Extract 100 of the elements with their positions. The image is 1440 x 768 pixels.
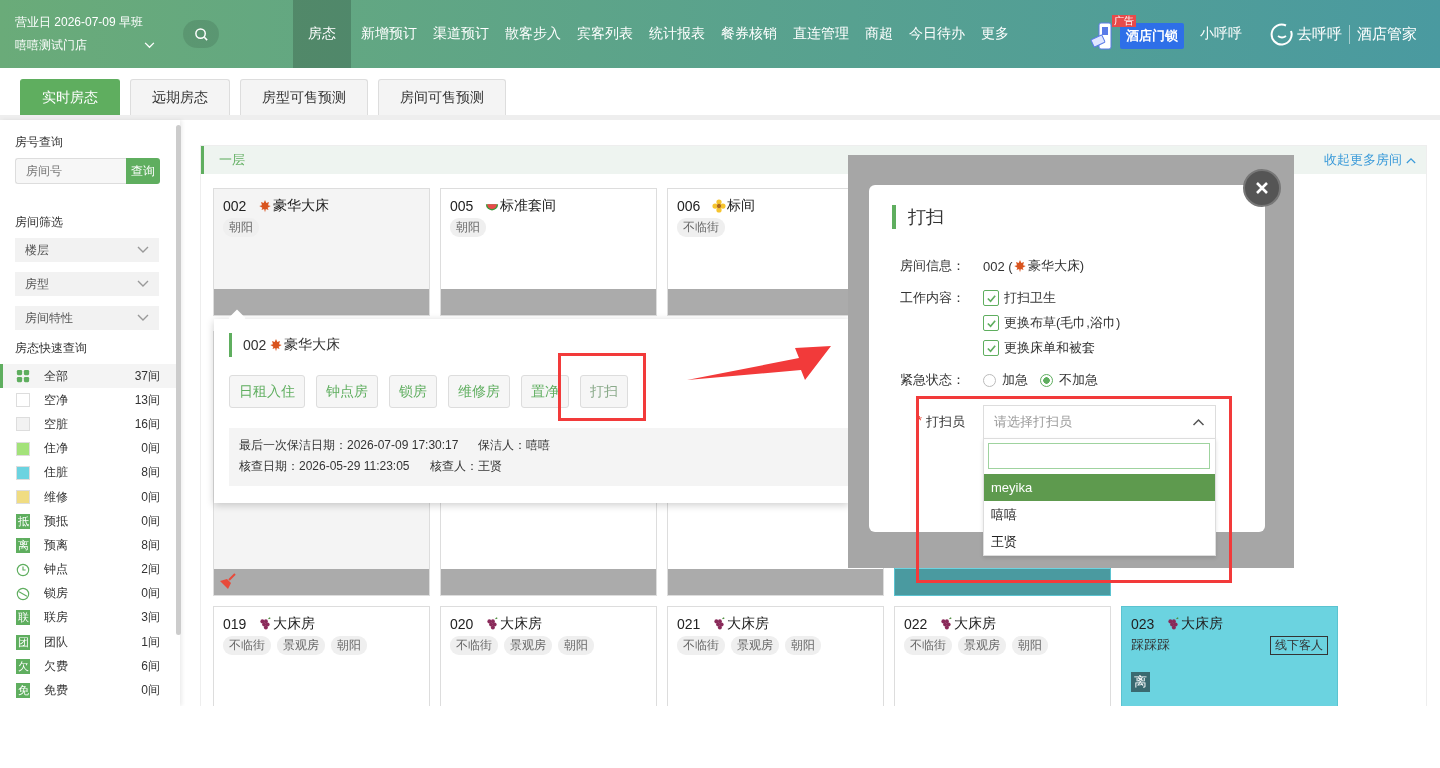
room-tag: 朝阳 bbox=[331, 636, 367, 655]
status-filter-item[interactable]: 钟点 2间 bbox=[0, 557, 180, 582]
guest-source: 线下客人 bbox=[1270, 636, 1328, 655]
chevron-up-icon bbox=[1192, 418, 1205, 426]
room-tag: 不临街 bbox=[223, 636, 271, 655]
field-label: 紧急状态： bbox=[899, 371, 965, 389]
popup-room-type: 豪华大床 bbox=[284, 336, 341, 354]
status-filter-item[interactable]: 住脏 8间 bbox=[0, 460, 180, 485]
room-tag: 朝阳 bbox=[1012, 636, 1048, 655]
brand-subtitle: 酒店管家 bbox=[1349, 24, 1417, 44]
status-filter-item[interactable]: 抵 预抵 0间 bbox=[0, 509, 180, 534]
work-checkbox[interactable]: 更换布草(毛巾,浴巾) bbox=[983, 314, 1121, 332]
work-checkbox[interactable]: 更换床单和被套 bbox=[983, 339, 1121, 357]
tab[interactable]: 房型可售预测 bbox=[240, 79, 368, 115]
status-filter-item[interactable]: 住净 0间 bbox=[0, 436, 180, 461]
room-number: 006 bbox=[677, 198, 701, 214]
room-tag: 景观房 bbox=[277, 636, 325, 655]
dialog-title: 打扫 bbox=[908, 206, 944, 229]
clock-icon bbox=[16, 562, 30, 577]
filter-dropdown[interactable]: 房间特性 bbox=[15, 306, 159, 330]
room-card[interactable]: 002 豪华大床 朝阳 bbox=[213, 188, 430, 316]
status-tag: 联 bbox=[16, 610, 30, 626]
room-tag: 不临街 bbox=[677, 636, 725, 655]
status-filter-item[interactable]: 欠 欠费 6间 bbox=[0, 654, 180, 679]
dropdown-option[interactable]: 嘻嘻 bbox=[984, 501, 1215, 528]
room-tag: 景观房 bbox=[958, 636, 1006, 655]
popup-room-number: 002 bbox=[243, 337, 267, 353]
status-tag: 离 bbox=[16, 537, 30, 553]
room-type: 大床房 bbox=[727, 615, 770, 633]
field-label: 打扫员 bbox=[926, 413, 965, 431]
departure-tag: 离 bbox=[1131, 672, 1150, 692]
status-filter-item[interactable]: 维修 0间 bbox=[0, 484, 180, 510]
room-tag: 不临街 bbox=[677, 218, 725, 237]
room-card[interactable]: 019 大床房 不临街 景观房 朝阳 bbox=[213, 606, 430, 706]
chevron-down-icon bbox=[137, 314, 149, 322]
brand-name: 去呼呼 bbox=[1297, 24, 1342, 44]
close-icon bbox=[1254, 180, 1270, 196]
grapes-icon bbox=[939, 617, 954, 631]
room-card[interactable]: 021 大床房 不临街 景观房 朝阳 bbox=[667, 606, 884, 706]
leaf-icon bbox=[1012, 259, 1027, 273]
grapes-icon bbox=[485, 617, 500, 631]
room-tag: 不临街 bbox=[904, 636, 952, 655]
room-number-field[interactable]: 房间号 bbox=[15, 158, 126, 184]
work-checkbox[interactable]: 打扫卫生 bbox=[983, 289, 1121, 307]
chevron-down-icon bbox=[144, 42, 155, 49]
status-filter-item[interactable]: 免 免费 0间 bbox=[0, 678, 180, 703]
room-tag: 景观房 bbox=[731, 636, 779, 655]
urgency-radio[interactable]: 加急 bbox=[983, 371, 1028, 389]
room-tag: 不临街 bbox=[450, 636, 498, 655]
checkmark-icon bbox=[985, 292, 997, 304]
urgency-radio[interactable]: 不加急 bbox=[1040, 371, 1098, 389]
leaf-icon bbox=[258, 199, 273, 213]
search-button[interactable] bbox=[183, 20, 219, 48]
status-tag: 团 bbox=[16, 634, 30, 650]
room-card[interactable]: 023 大床房 踩踩踩 线下客人 离 bbox=[1121, 606, 1338, 706]
room-tag: 朝阳 bbox=[558, 636, 594, 655]
room-number: 023 bbox=[1131, 616, 1155, 632]
room-tag: 景观房 bbox=[504, 636, 552, 655]
tab[interactable]: 房间可售预测 bbox=[378, 79, 506, 115]
status-filter-item[interactable]: 空净 13间 bbox=[0, 388, 180, 413]
checkmark-icon bbox=[985, 342, 997, 354]
room-number: 022 bbox=[904, 616, 928, 632]
chevron-up-icon bbox=[1406, 156, 1416, 164]
nav-item[interactable]: 房态 bbox=[293, 0, 351, 68]
room-tag: 朝阳 bbox=[223, 218, 259, 237]
info-text: 核查日期：2026-05-29 11:23:05 bbox=[239, 458, 410, 475]
status-filter-item[interactable]: 锁房 0间 bbox=[0, 581, 180, 606]
status-filter-item[interactable]: 联 联房 3间 bbox=[0, 605, 180, 631]
room-card[interactable]: 020 大床房 不临街 景观房 朝阳 bbox=[440, 606, 657, 706]
section-title: 房态快速查询 bbox=[15, 340, 88, 357]
room-type: 标准套间 bbox=[500, 197, 557, 215]
info-text: 最后一次保洁日期：2026-07-09 17:30:17 bbox=[239, 437, 459, 454]
logo-icon bbox=[1270, 22, 1294, 46]
grapes-icon bbox=[1166, 617, 1181, 631]
floor-title: 一层 bbox=[219, 151, 245, 169]
dropdown-option[interactable]: 王贤 bbox=[984, 528, 1215, 555]
room-card[interactable]: 005 标准套间 朝阳 bbox=[440, 188, 657, 316]
chevron-down-icon bbox=[137, 246, 149, 254]
filter-dropdown[interactable]: 楼层 bbox=[15, 238, 159, 262]
info-text: 保洁人：嘻嘻 bbox=[478, 437, 551, 454]
search-field[interactable] bbox=[988, 443, 1210, 469]
info-text: 核查人：王贤 bbox=[429, 458, 502, 475]
filter-dropdown[interactable]: 房型 bbox=[15, 272, 159, 296]
tab[interactable]: 远期房态 bbox=[130, 79, 230, 115]
grapes-icon bbox=[258, 617, 273, 631]
room-number: 021 bbox=[677, 616, 701, 632]
status-filter-item[interactable]: 团 团队 1间 bbox=[0, 630, 180, 655]
status-filter-item[interactable]: 空脏 16间 bbox=[0, 412, 180, 437]
room-card[interactable]: 022 大床房 不临街 景观房 朝阳 bbox=[894, 606, 1111, 706]
close-button[interactable] bbox=[1243, 169, 1281, 207]
status-filter-item[interactable]: 离 预离 8间 bbox=[0, 533, 180, 558]
business-day: 营业日 2026-07-09 早班 bbox=[15, 14, 183, 31]
broom-icon bbox=[219, 573, 237, 591]
section-title: 房号查询 bbox=[15, 134, 64, 151]
grid-icon bbox=[16, 369, 30, 384]
room-type: 大床房 bbox=[954, 615, 997, 633]
room-number: 002 bbox=[223, 198, 247, 214]
no-entry-icon bbox=[16, 586, 30, 601]
room-type: 大床房 bbox=[500, 615, 543, 633]
room-info-number: 002 ( bbox=[983, 258, 1013, 274]
